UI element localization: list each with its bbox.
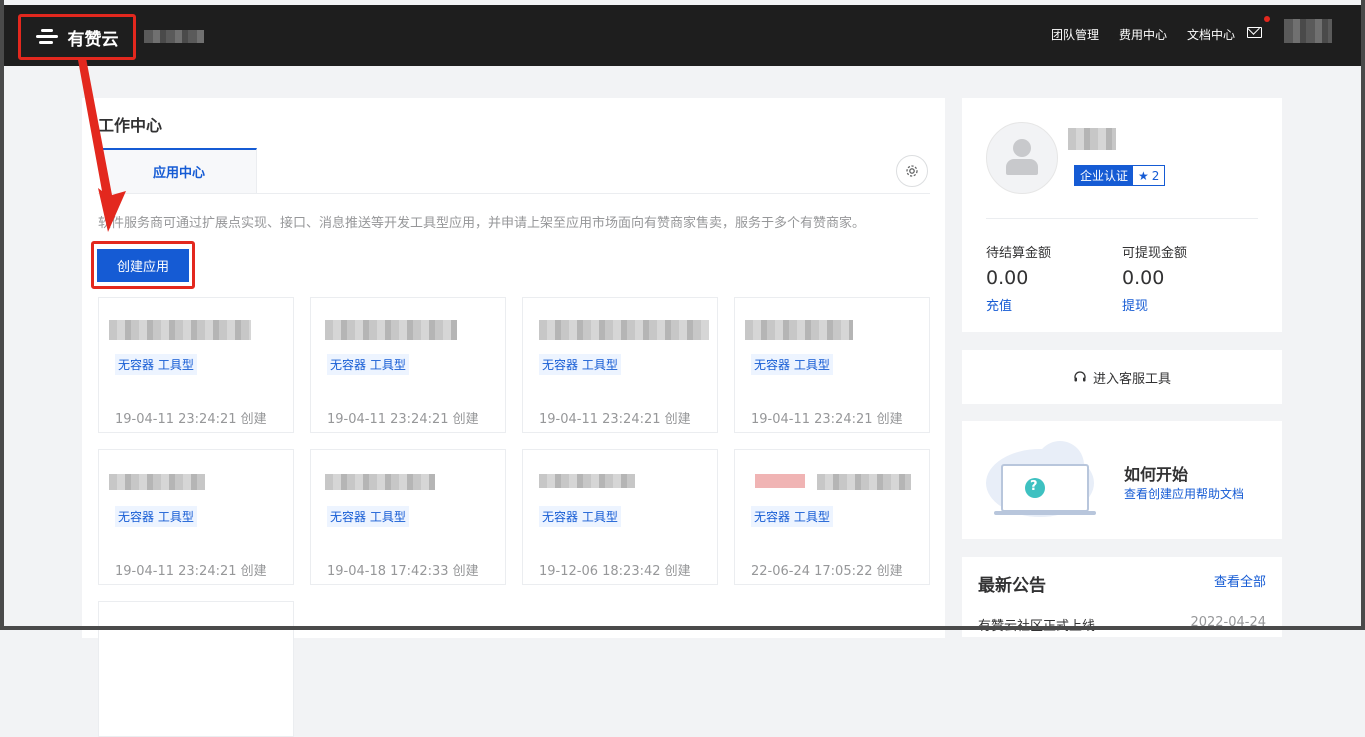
app-name-redacted <box>539 320 709 340</box>
app-card[interactable]: 无容器 工具型 19-04-11 23:24:21 创建 <box>522 297 718 433</box>
app-created-time: 19-04-11 23:24:21 创建 <box>115 564 267 579</box>
star-count: 2 <box>1151 168 1160 183</box>
page-title: 工作中心 <box>98 116 163 135</box>
account-name-redacted <box>1068 128 1116 150</box>
tab-bar: 应用中心 <box>98 148 930 194</box>
app-card[interactable]: 无容器 工具型 19-04-11 23:24:21 创建 <box>310 297 506 433</box>
mail-icon[interactable] <box>1247 27 1262 38</box>
customer-service-label: 进入客服工具 <box>1092 371 1171 387</box>
gear-icon <box>906 165 918 177</box>
nav-docs[interactable]: 文档中心 <box>1187 26 1235 43</box>
withdraw-link[interactable]: 提现 <box>1122 295 1148 314</box>
app-tag: 无容器 工具型 <box>115 506 197 527</box>
nav-billing[interactable]: 费用中心 <box>1119 26 1167 43</box>
settings-button[interactable] <box>896 155 928 187</box>
pending-value: 0.00 <box>986 267 1029 289</box>
app-tag: 无容器 工具型 <box>539 354 621 375</box>
withdrawable-value: 0.00 <box>1122 267 1165 289</box>
app-created-time: 19-12-06 18:23:42 创建 <box>539 564 691 579</box>
nav-team[interactable]: 团队管理 <box>1051 26 1099 43</box>
app-name-redacted <box>109 320 251 340</box>
create-button-highlight: 创建应用 <box>91 241 195 289</box>
description-text: 软件服务商可通过扩展点实现、接口、消息推送等开发工具型应用，并申请上架至应用市场… <box>98 216 866 231</box>
help-icon: ? <box>1030 479 1038 494</box>
app-created-time: 22-06-24 17:05:22 创建 <box>751 564 903 579</box>
app-name-redacted <box>539 474 635 488</box>
app-name-redacted <box>325 320 457 340</box>
app-tag: 无容器 工具型 <box>751 506 833 527</box>
pending-label: 待结算金额 <box>986 246 1052 261</box>
app-name-redacted <box>325 474 435 490</box>
app-card[interactable]: 无容器 工具型 19-12-06 18:23:42 创建 <box>522 449 718 585</box>
app-created-time: 19-04-11 23:24:21 创建 <box>327 412 479 427</box>
app-card[interactable]: 无容器 工具型 19-04-11 23:24:21 创建 <box>98 449 294 585</box>
customer-service-entry[interactable]: 进入客服工具 <box>962 350 1282 404</box>
withdrawable-label: 可提现金额 <box>1122 246 1188 261</box>
cloud-laptop-illustration <box>986 441 1096 517</box>
app-tag: 无容器 工具型 <box>115 354 197 375</box>
how-to-start-panel: ? 如何开始 查看创建应用帮助文档 <box>962 421 1282 539</box>
menu-icon <box>35 28 58 46</box>
notice-item[interactable]: 有赞云社区正式上线 <box>978 615 1095 634</box>
app-created-time: 19-04-11 23:24:21 创建 <box>539 412 691 427</box>
cert-label: 企业认证 <box>1075 166 1134 185</box>
notice-panel: 最新公告 查看全部 有赞云社区正式上线 2022-04-24 <box>962 557 1282 637</box>
app-name-redacted <box>745 320 853 340</box>
app-card[interactable]: 无容器 工具型 19-04-11 23:24:21 创建 <box>734 297 930 433</box>
app-created-time: 19-04-11 23:24:21 创建 <box>751 412 903 427</box>
notice-title: 最新公告 <box>978 576 1046 596</box>
app-tag: 无容器 工具型 <box>751 354 833 375</box>
app-card[interactable]: 无容器 工具型 19-04-18 17:42:33 创建 <box>310 449 506 585</box>
enterprise-cert-badge[interactable]: 企业认证 ★ 2 <box>1074 165 1166 186</box>
help-doc-link[interactable]: 查看创建应用帮助文档 <box>1124 485 1244 502</box>
notice-date: 2022-04-24 <box>1190 615 1266 630</box>
app-created-time: 19-04-11 23:24:21 创建 <box>115 412 267 427</box>
app-card[interactable]: 无容器 工具型 19-04-11 23:24:21 创建 <box>98 297 294 433</box>
user-avatar-redacted[interactable] <box>1284 19 1332 43</box>
app-name-redacted <box>109 474 205 490</box>
app-created-time: 19-04-18 17:42:33 创建 <box>327 564 479 579</box>
app-name-redacted <box>755 474 805 488</box>
app-card[interactable]: 无容器 工具型 22-06-24 17:05:22 创建 <box>734 449 930 585</box>
unread-dot <box>1264 16 1270 22</box>
how-to-start-title: 如何开始 <box>1124 465 1189 484</box>
create-app-button[interactable]: 创建应用 <box>97 248 189 282</box>
headset-icon <box>1074 371 1086 382</box>
app-tag: 无容器 工具型 <box>327 506 409 527</box>
star-icon: ★ <box>1138 168 1149 183</box>
divider <box>986 218 1258 219</box>
account-panel: 企业认证 ★ 2 待结算金额 0.00 充值 可提现金额 0.00 提现 <box>962 98 1282 332</box>
app-tag: 无容器 工具型 <box>539 506 621 527</box>
work-center-panel: 工作中心 应用中心 软件服务商可通过扩展点实现、接口、消息推送等开发工具型应用，… <box>82 98 945 737</box>
app-tag: 无容器 工具型 <box>327 354 409 375</box>
view-all-link[interactable]: 查看全部 <box>1214 571 1266 590</box>
recharge-link[interactable]: 充值 <box>986 295 1012 314</box>
app-card[interactable] <box>98 601 294 737</box>
brand-logo[interactable]: 有赞云 <box>18 14 136 60</box>
shop-name-redacted <box>144 30 204 43</box>
tab-app-center[interactable]: 应用中心 <box>102 148 257 193</box>
app-name-redacted <box>817 474 911 490</box>
user-avatar <box>986 122 1058 194</box>
top-bar: 有赞云 团队管理 费用中心 文档中心 <box>4 5 1361 66</box>
brand-name: 有赞云 <box>67 29 119 50</box>
